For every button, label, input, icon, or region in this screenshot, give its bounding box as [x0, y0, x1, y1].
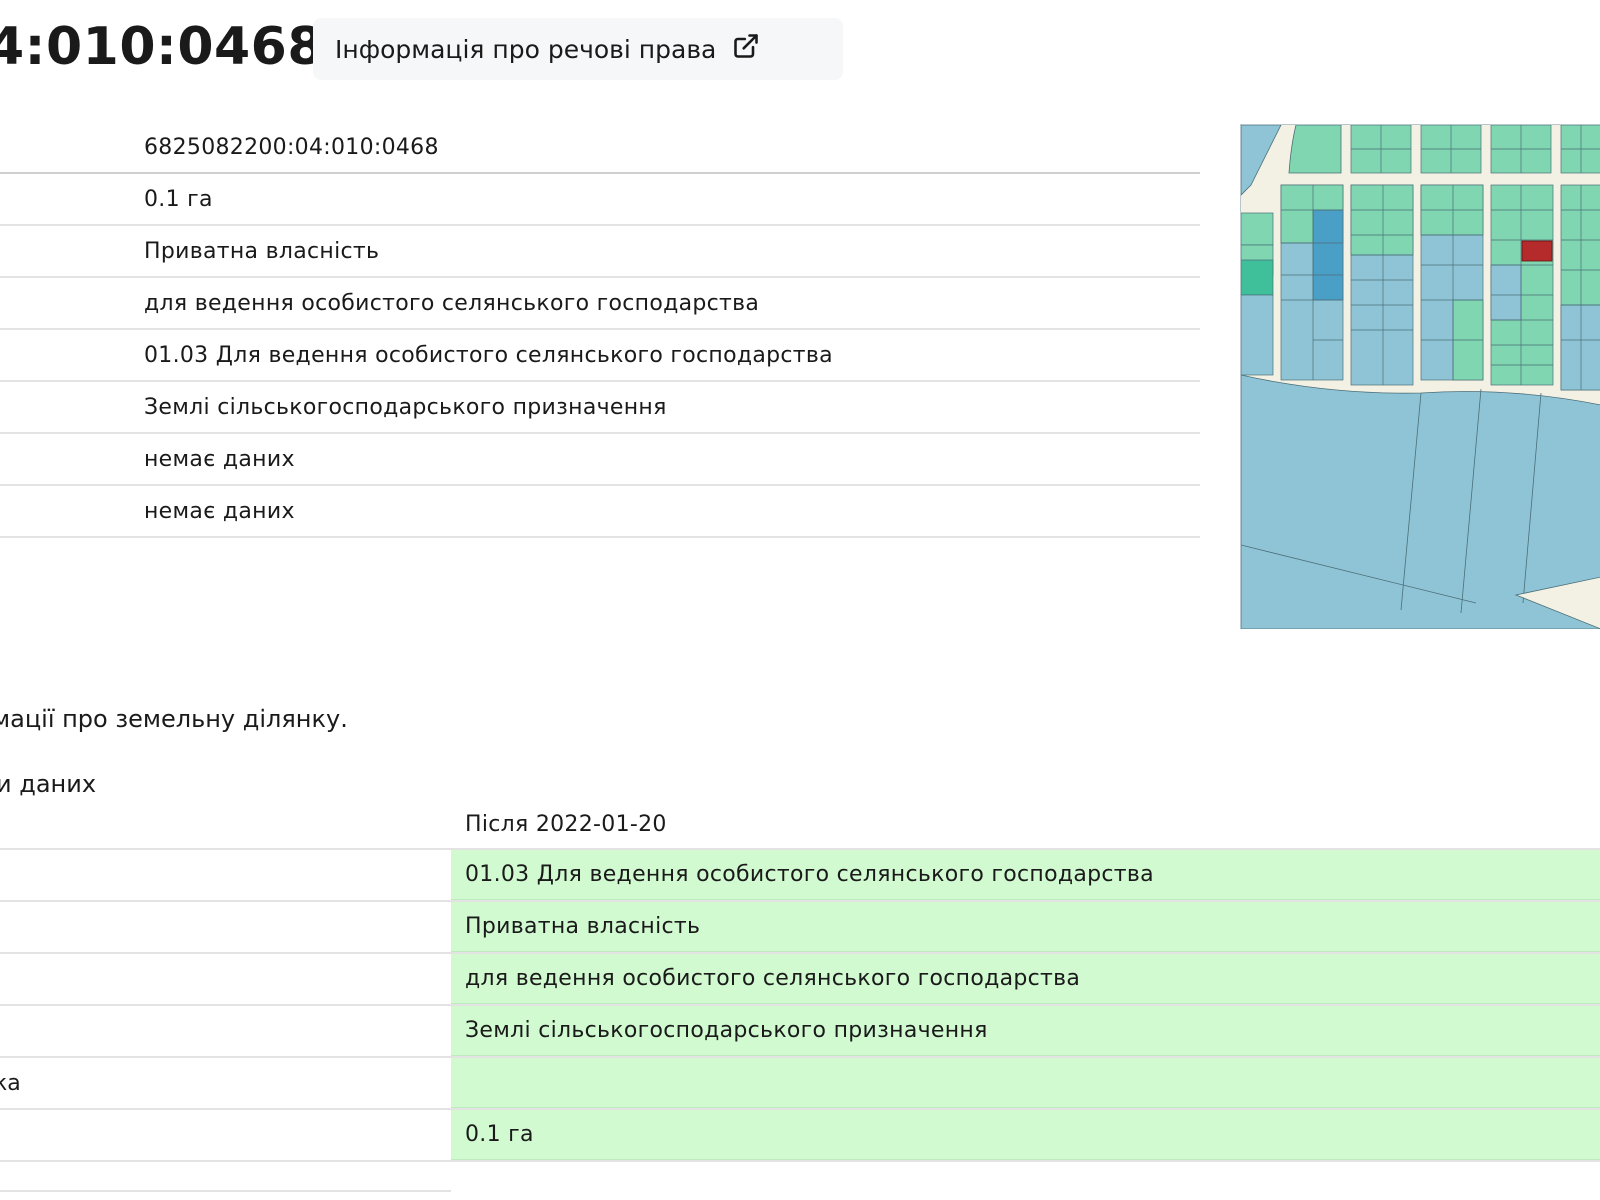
info-row-no-data-1: немає даних [0, 434, 1200, 486]
map-block-4 [1490, 184, 1554, 386]
row-after-value: 01.03 Для ведення особистого селянського… [451, 850, 1600, 900]
table-row: Землі сільськогосподарського призначення [0, 1006, 1600, 1058]
history-section-title: и даних [0, 770, 97, 798]
map-top-blocks [1350, 125, 1600, 174]
info-row-area: 0.1 га [0, 174, 1200, 226]
parcel-area: 0.1 га [144, 186, 213, 212]
rights-info-label: Інформація про речові права [335, 34, 717, 64]
row-label [0, 954, 451, 1004]
no-data-value: немає даних [144, 498, 295, 524]
row-after-value: Землі сільськогосподарського призначення [451, 1006, 1600, 1056]
ownership-type: Приватна власність [144, 238, 380, 264]
parcel-info-table: 6825082200:04:010:0468 0.1 га Приватна в… [0, 122, 1200, 538]
row-after-value: Приватна власність [451, 902, 1600, 952]
table-row: для ведення особистого селянського госпо… [0, 954, 1600, 1006]
row-label [0, 1110, 451, 1160]
map-block-3 [1420, 184, 1484, 381]
table-row: 01.03 Для ведення особистого селянського… [0, 850, 1600, 902]
column-header-after: Після 2022-01-20 [465, 811, 667, 837]
history-table-header: Після 2022-01-20 [0, 800, 1600, 850]
map-block-2 [1350, 184, 1414, 386]
row-after-value [451, 1058, 1600, 1108]
external-link-icon [732, 32, 760, 66]
map-parcel [1288, 125, 1342, 174]
map-block-1 [1280, 184, 1344, 381]
rights-info-link[interactable]: Інформація про речові права [313, 18, 843, 80]
history-table: Після 2022-01-20 01.03 Для ведення особи… [0, 800, 1600, 1162]
table-row: 0.1 га [0, 1110, 1600, 1162]
row-label: ка [0, 1070, 21, 1096]
map-block-5 [1560, 184, 1600, 391]
info-row-no-data-2: немає даних [0, 486, 1200, 538]
selected-parcel-marker[interactable] [1521, 240, 1553, 262]
row-label [0, 902, 451, 952]
info-row-category: Землі сільськогосподарського призначення [0, 382, 1200, 434]
row-after-value: для ведення особистого селянського госпо… [451, 954, 1600, 1004]
row-label [0, 1006, 451, 1056]
no-data-value: немає даних [144, 446, 295, 472]
row-after-value: 0.1 га [451, 1110, 1600, 1160]
table-row: Приватна власність [0, 902, 1600, 954]
info-row-cadastral: 6825082200:04:010:0468 [0, 122, 1200, 174]
table-divider [0, 1190, 451, 1192]
map-left-parcels [1241, 212, 1274, 376]
purpose: для ведення особистого селянського госпо… [144, 290, 760, 316]
page-title: 4:010:0468 [0, 17, 325, 77]
row-label [0, 850, 451, 900]
info-row-purpose: для ведення особистого селянського госпо… [0, 278, 1200, 330]
table-row: ка [0, 1058, 1600, 1110]
info-row-ownership: Приватна власність [0, 226, 1200, 278]
purpose-code: 01.03 Для ведення особистого селянського… [144, 342, 833, 368]
notice-text: мації про земельну ділянку. [0, 705, 348, 733]
info-row-purpose-code: 01.03 Для ведення особистого селянського… [0, 330, 1200, 382]
cadastral-number: 6825082200:04:010:0468 [144, 134, 439, 160]
land-category: Землі сільськогосподарського призначення [144, 394, 667, 420]
cadastral-map[interactable] [1240, 124, 1600, 629]
